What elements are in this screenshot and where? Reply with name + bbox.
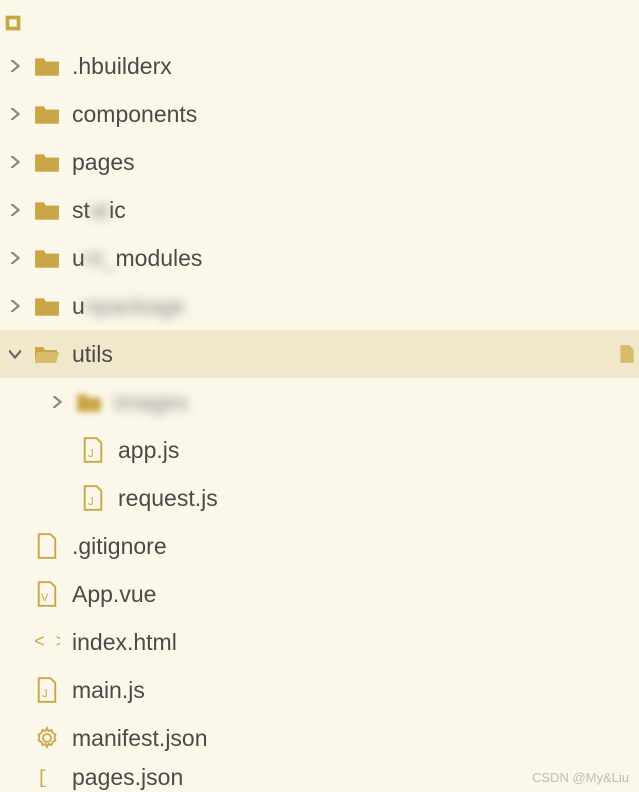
tree-item-label: index.html (72, 629, 177, 656)
svg-text:J: J (88, 448, 93, 460)
tree-item-label: static (72, 197, 126, 224)
tree-item-label: app.js (118, 437, 179, 464)
json-file-icon: [ ] (34, 764, 60, 790)
tree-item-unpackage[interactable]: unpackage (0, 282, 639, 330)
folder-icon (76, 389, 102, 415)
tree-item-label: .gitignore (72, 533, 167, 560)
folder-icon (34, 245, 60, 271)
file-marker-icon (619, 344, 635, 364)
tree-item-label: utils (72, 341, 113, 368)
chevron-right-icon[interactable] (48, 396, 66, 408)
tree-item-uni-modules[interactable]: uni_modules (0, 234, 639, 282)
tree-item-components[interactable]: components (0, 90, 639, 138)
tree-item-pages[interactable]: pages (0, 138, 639, 186)
svg-text:J: J (88, 496, 93, 508)
folder-icon (34, 101, 60, 127)
folder-icon (34, 293, 60, 319)
tree-item-static[interactable]: static (0, 186, 639, 234)
folder-open-icon (34, 341, 60, 367)
tree-item-manifest-json[interactable]: manifest.json (0, 714, 639, 762)
svg-text:V: V (41, 592, 49, 604)
folder-icon (34, 149, 60, 175)
tree-item-app-vue[interactable]: V App.vue (0, 570, 639, 618)
tree-item-app-js[interactable]: J app.js (0, 426, 639, 474)
tree-item-label: images (114, 389, 188, 416)
tree-item-main-js[interactable]: J main.js (0, 666, 639, 714)
folder-icon (34, 197, 60, 223)
svg-text:[ ]: [ ] (37, 769, 59, 789)
tree-item-gitignore[interactable]: .gitignore (0, 522, 639, 570)
vue-file-icon: V (34, 581, 60, 607)
project-icon (2, 12, 24, 34)
js-file-icon: J (34, 677, 60, 703)
tree-item-label: pages.json (72, 764, 183, 791)
gear-icon (34, 725, 60, 751)
chevron-right-icon[interactable] (6, 60, 24, 72)
tree-item-label: request.js (118, 485, 218, 512)
watermark: CSDN @My&Liu (532, 770, 629, 785)
tree-item-utils[interactable]: utils (0, 330, 639, 378)
chevron-right-icon[interactable] (6, 108, 24, 120)
tree-item-label: main.js (72, 677, 145, 704)
tree-item-label: App.vue (72, 581, 156, 608)
js-file-icon: J (80, 437, 106, 463)
chevron-right-icon[interactable] (6, 252, 24, 264)
chevron-down-icon[interactable] (6, 348, 24, 360)
tree-item-label: pages (72, 149, 135, 176)
tree-item-label: uni_modules (72, 245, 202, 272)
chevron-right-icon[interactable] (6, 204, 24, 216)
tree-item-request-js[interactable]: J request.js (0, 474, 639, 522)
chevron-right-icon[interactable] (6, 300, 24, 312)
tree-item-label: .hbuilderx (72, 53, 172, 80)
file-icon (34, 533, 60, 559)
chevron-right-icon[interactable] (6, 156, 24, 168)
tree-item-hbuilderx[interactable]: .hbuilderx (0, 42, 639, 90)
svg-text:J: J (42, 688, 47, 700)
tree-item-index-html[interactable]: < > index.html (0, 618, 639, 666)
html-file-icon: < > (34, 629, 60, 655)
svg-text:< >: < > (34, 633, 60, 652)
tree-item-child[interactable]: images (0, 378, 639, 426)
js-file-icon: J (80, 485, 106, 511)
tree-item-label: manifest.json (72, 725, 208, 752)
file-tree: .hbuilderx components pages static (0, 0, 639, 792)
tree-item-label: components (72, 101, 197, 128)
folder-icon (34, 53, 60, 79)
tree-item-label: unpackage (72, 293, 185, 320)
project-root[interactable] (0, 4, 639, 42)
